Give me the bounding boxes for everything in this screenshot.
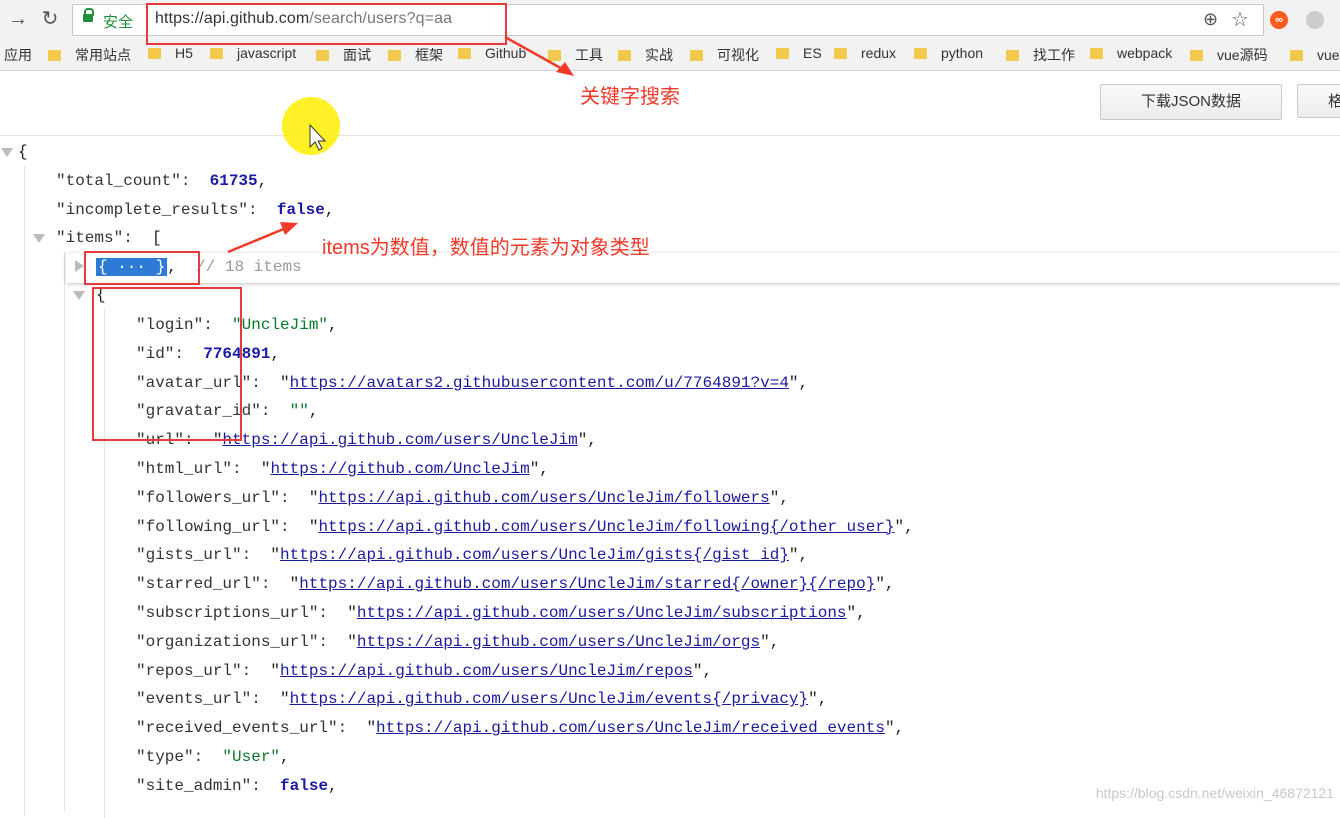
mouse-pointer-icon [309, 123, 327, 151]
collapsed-item-highlight-box [84, 251, 200, 285]
url-arrow-line [504, 35, 567, 73]
items-type-annotation: items为数值，数值的元素为对象类型 [322, 237, 650, 259]
url-highlight-box [146, 3, 507, 45]
object-highlight-box [92, 287, 242, 441]
keyword-search-annotation: 关键字搜索 [580, 86, 680, 108]
items-arrow-head [280, 222, 298, 235]
url-arrow-head [556, 62, 574, 76]
items-arrow-line [227, 226, 287, 254]
watermark: https://blog.csdn.net/weixin_46872121 [1095, 785, 1334, 801]
